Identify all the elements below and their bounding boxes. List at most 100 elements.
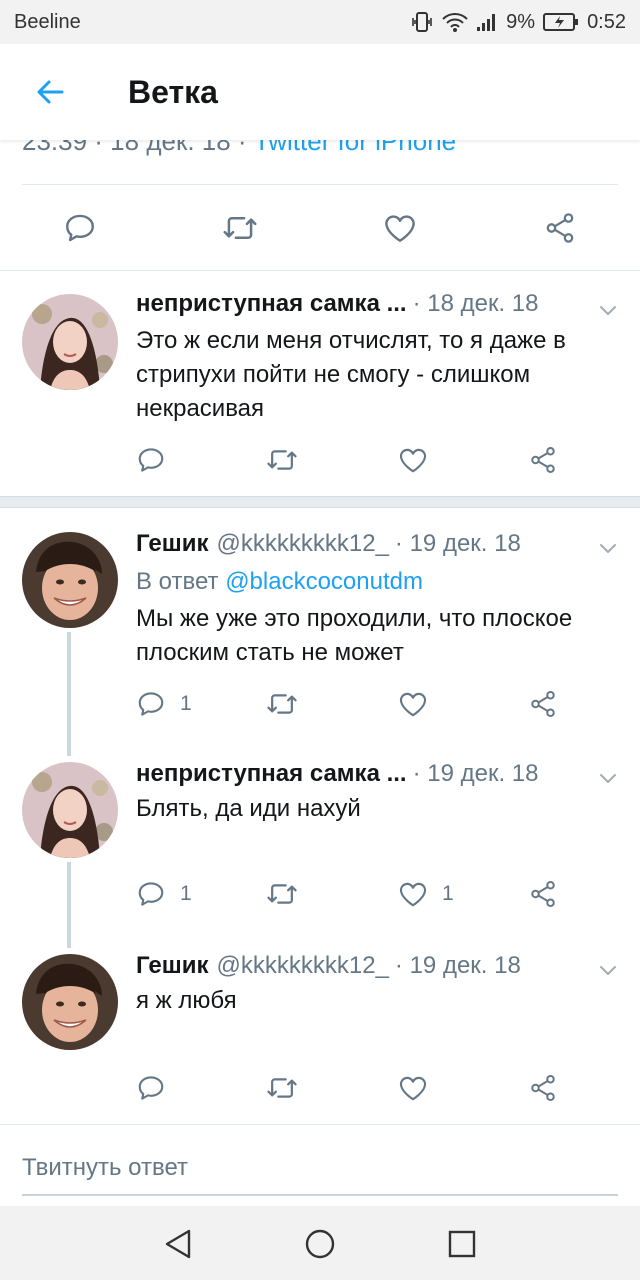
chevron-down-icon	[600, 544, 616, 553]
replying-to: В ответ @blackcoconutdm	[136, 568, 423, 596]
tweet-text: Блять, да иди нахуй	[136, 795, 361, 822]
avatar[interactable]	[22, 762, 118, 858]
author-name[interactable]: неприступная самка ...	[136, 760, 407, 788]
reply-input[interactable]: Твитнуть ответ	[22, 1146, 618, 1196]
share-button[interactable]	[528, 876, 558, 912]
tweet-menu-button[interactable]	[596, 766, 620, 790]
reply-button[interactable]: 1	[136, 686, 192, 722]
reply-icon	[138, 1076, 164, 1100]
author-name[interactable]: Гешик	[136, 952, 209, 980]
square-recents-icon	[448, 1230, 476, 1258]
share-button[interactable]	[528, 1070, 558, 1106]
retweet-button[interactable]	[266, 686, 298, 722]
heart-icon	[385, 215, 415, 242]
avatar[interactable]	[22, 294, 118, 390]
author-handle[interactable]: @kkkkkkkkk12_	[217, 530, 389, 558]
heart-icon	[399, 692, 427, 717]
tweet-text: Мы же уже это проходили, что плоское пло…	[136, 605, 573, 666]
tweet-item[interactable]: Гешик @kkkkkkkkk12_ · 19 дек. 18 В ответ…	[0, 510, 640, 746]
avatar[interactable]	[22, 532, 118, 628]
retweet-button[interactable]	[266, 1070, 298, 1106]
retweet-button[interactable]	[222, 210, 258, 246]
reply-button[interactable]	[136, 1070, 166, 1106]
circle-home-icon	[305, 1229, 335, 1259]
share-icon	[531, 881, 555, 907]
signal-icon	[476, 12, 498, 32]
status-bar: Beeline 9% 0:52	[0, 0, 640, 44]
tweet-text: Это ж если меня отчислят, то я даже в ст…	[136, 327, 566, 422]
reply-count: 1	[180, 692, 192, 715]
author-handle[interactable]: @kkkkkkkkk12_	[217, 952, 389, 980]
retweet-icon	[267, 694, 297, 714]
reply-button[interactable]	[136, 442, 166, 478]
reply-count: 1	[180, 882, 192, 905]
battery-charging-icon	[543, 12, 579, 32]
like-button[interactable]	[382, 210, 418, 246]
page-title: Ветка	[128, 73, 218, 110]
nav-back-button[interactable]	[160, 1226, 196, 1262]
divider	[22, 184, 618, 185]
reply-icon	[66, 214, 94, 242]
avatar[interactable]	[22, 954, 118, 1050]
heart-icon	[399, 448, 427, 473]
tweet-text: я ж любя	[136, 987, 237, 1014]
heart-icon	[399, 1076, 427, 1101]
tweet-actions	[0, 442, 640, 478]
reply-icon	[138, 882, 164, 906]
tweet-menu-button[interactable]	[596, 958, 620, 982]
divider	[0, 1124, 640, 1125]
tweet-menu-button[interactable]	[596, 298, 620, 322]
tweet-date[interactable]: · 19 дек. 18	[395, 530, 521, 558]
chevron-down-icon	[600, 306, 616, 315]
like-button[interactable]: 1	[398, 876, 454, 912]
tweet-header: Гешик @kkkkkkkkk12_ · 19 дек. 18	[136, 530, 620, 558]
wifi-icon	[442, 11, 468, 33]
tweet-item[interactable]: неприступная самка ... · 18 дек. 18 Это …	[0, 270, 640, 496]
tweet-header: Гешик @kkkkkkkkk12_ · 19 дек. 18	[136, 952, 620, 980]
share-button[interactable]	[528, 442, 558, 478]
tweet-item[interactable]: Гешик @kkkkkkkkk12_ · 19 дек. 18 я ж люб…	[0, 934, 640, 1124]
share-icon	[531, 1075, 555, 1101]
share-button[interactable]	[542, 210, 578, 246]
back-button[interactable]	[18, 60, 82, 124]
share-icon	[531, 447, 555, 473]
header: Ветка	[0, 44, 640, 140]
retweet-button[interactable]	[266, 876, 298, 912]
section-separator	[0, 496, 640, 508]
tweet-actions	[0, 1070, 640, 1106]
like-button[interactable]	[398, 1070, 428, 1106]
replying-to-prefix: В ответ	[136, 568, 226, 595]
like-button[interactable]	[398, 686, 428, 722]
like-button[interactable]	[398, 442, 428, 478]
tweet-header: неприступная самка ... · 18 дек. 18	[136, 290, 620, 318]
triangle-back-icon	[165, 1229, 191, 1259]
nav-home-button[interactable]	[302, 1226, 338, 1262]
tweet-date[interactable]: · 19 дек. 18	[395, 952, 521, 980]
reply-placeholder: Твитнуть ответ	[22, 1154, 189, 1181]
tweet-date[interactable]: · 19 дек. 18	[413, 760, 539, 788]
tweet-header: неприступная самка ... · 19 дек. 18	[136, 760, 620, 788]
arrow-left-icon	[37, 80, 64, 104]
tweet-item[interactable]: неприступная самка ... · 19 дек. 18 Блят…	[0, 740, 640, 940]
retweet-icon	[267, 884, 297, 904]
share-button[interactable]	[528, 686, 558, 722]
author-name[interactable]: неприступная самка ...	[136, 290, 407, 318]
retweet-icon	[267, 1078, 297, 1098]
tweet-actions: 1 1	[0, 876, 640, 912]
reply-button[interactable]	[62, 210, 98, 246]
tweet-date[interactable]: · 18 дек. 18	[413, 290, 539, 318]
tweet-menu-button[interactable]	[596, 536, 620, 560]
author-name[interactable]: Гешик	[136, 530, 209, 558]
retweet-icon	[267, 450, 297, 470]
nav-recents-button[interactable]	[444, 1226, 480, 1262]
retweet-button[interactable]	[266, 442, 298, 478]
reply-icon	[138, 692, 164, 716]
main-tweet-actions	[0, 186, 640, 270]
chevron-down-icon	[600, 774, 616, 783]
reply-button[interactable]: 1	[136, 876, 192, 912]
reply-icon	[138, 448, 164, 472]
mention-link[interactable]: @blackcoconutdm	[225, 568, 423, 595]
share-icon	[546, 213, 574, 243]
retweet-icon	[223, 217, 257, 239]
clock: 0:52	[587, 10, 626, 33]
